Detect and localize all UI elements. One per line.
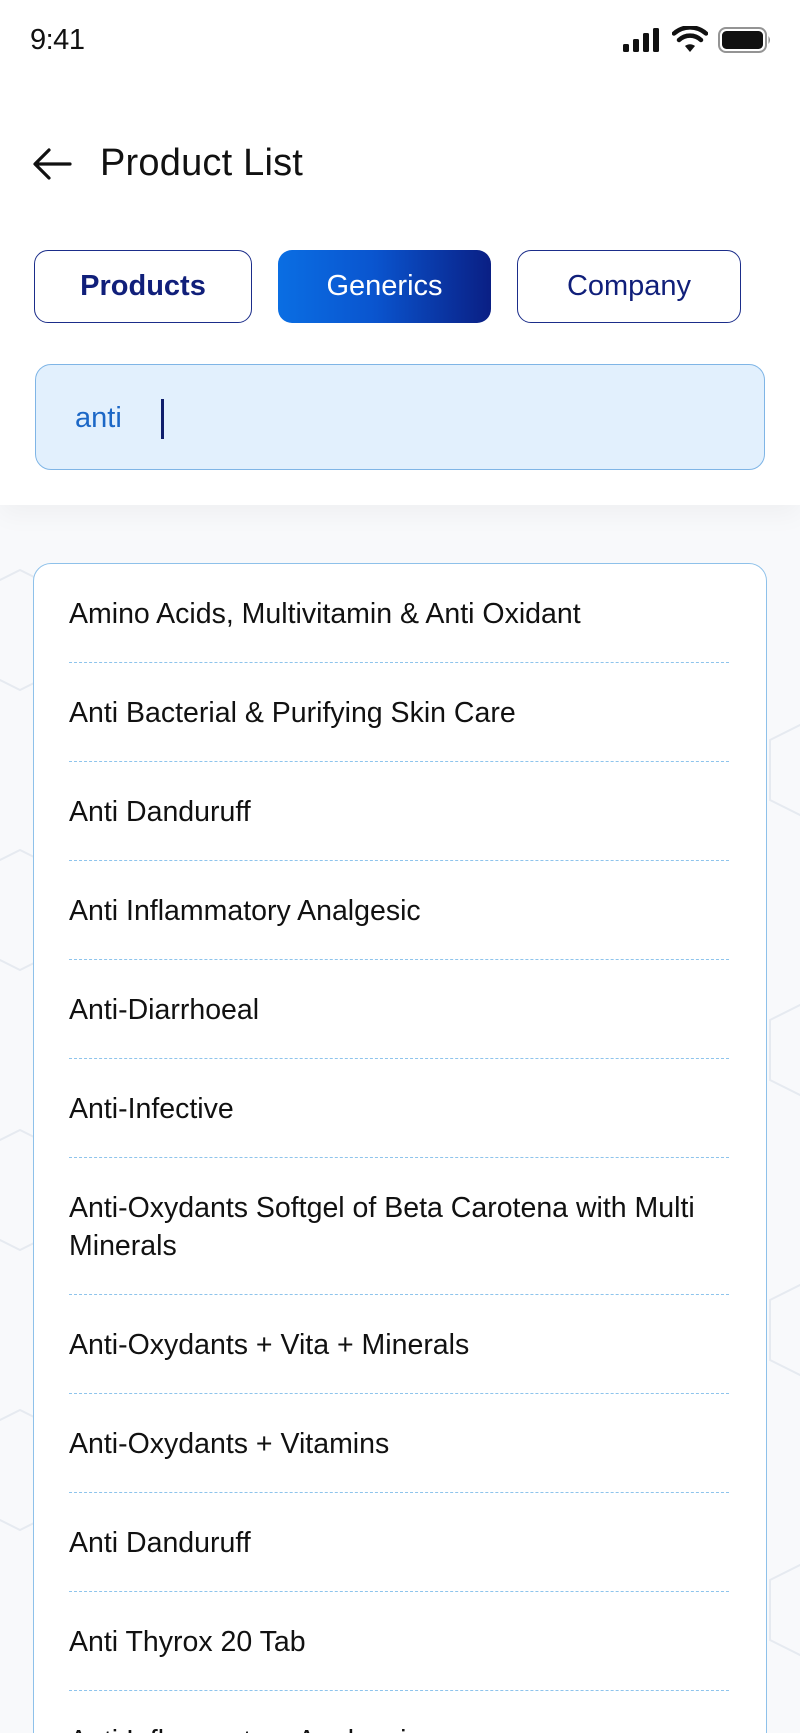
search-input[interactable]: anti [35,364,765,470]
list-item[interactable]: Anti-Oxydants + Vita + Minerals [69,1295,729,1394]
text-cursor [161,399,164,439]
tab-company[interactable]: Company [517,250,741,323]
tab-products[interactable]: Products [34,250,252,323]
list-item[interactable]: Anti-Oxydants Softgel of Beta Carotena w… [69,1158,729,1295]
status-bar: 9:41 [0,0,800,84]
list-item[interactable]: Anti-Diarrhoeal [69,960,729,1059]
results-list: Amino Acids, Multivitamin & Anti Oxidant… [69,564,729,1733]
list-item[interactable]: Anti Thyrox 20 Tab [69,1592,729,1691]
page-title: Product List [100,142,304,184]
wifi-icon [672,26,708,52]
back-button[interactable] [30,142,74,186]
results-list-card: Amino Acids, Multivitamin & Anti Oxidant… [33,563,767,1733]
list-item[interactable]: Anti Danduruff [69,762,729,861]
list-item[interactable]: Anti Danduruff [69,1493,729,1592]
signal-icon [623,28,659,52]
list-item[interactable]: Anti Inflammatory Analgesic [69,1691,729,1733]
tab-generics[interactable]: Generics [278,250,491,323]
filter-tabs: Products Generics Company [34,250,774,323]
arrow-left-icon [33,148,72,180]
list-item[interactable]: Anti-Oxydants + Vitamins [69,1394,729,1493]
list-item[interactable]: Anti Bacterial & Purifying Skin Care [69,663,729,762]
list-item[interactable]: Anti Inflammatory Analgesic [69,861,729,960]
status-time: 9:41 [30,24,85,56]
list-item[interactable]: Amino Acids, Multivitamin & Anti Oxidant [69,564,729,663]
battery-icon [718,27,770,53]
page-header: Product List [0,130,800,202]
top-panel: 9:41 Product List Products Generics Comp… [0,0,800,505]
status-icons [622,26,772,54]
search-input-value: anti [75,402,122,434]
list-item[interactable]: Anti-Infective [69,1059,729,1158]
product-list-screen: 9:41 Product List Products Generics Comp… [0,0,800,1733]
